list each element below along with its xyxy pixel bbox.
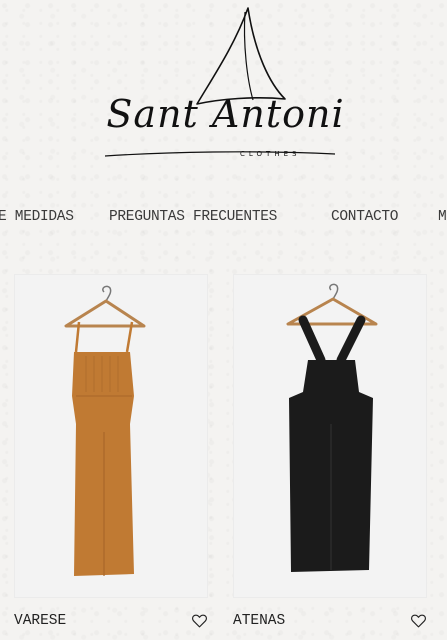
nav-item-medidas[interactable]: E MEDIDAS (0, 209, 74, 225)
overalls-image (286, 283, 378, 572)
brand-name: Sant Antoni (106, 92, 345, 136)
product-name[interactable]: VARESE (14, 613, 66, 629)
main-nav: E MEDIDAS PREGUNTAS FRECUENTES CONTACTO … (0, 209, 447, 229)
product-image[interactable] (14, 274, 208, 598)
nav-item-more[interactable]: M (438, 209, 447, 225)
nav-item-preguntas-frecuentes[interactable]: PREGUNTAS FRECUENTES (109, 209, 277, 225)
jumpsuit-image (64, 285, 146, 576)
sailboat-logo-icon (104, 7, 336, 157)
product-image[interactable] (233, 274, 427, 598)
brand-logo[interactable]: Sant Antoni CLOTHES (0, 0, 447, 175)
product-name[interactable]: ATENAS (233, 613, 285, 629)
nav-item-contacto[interactable]: CONTACTO (331, 209, 399, 225)
heart-outline-icon[interactable] (410, 612, 427, 629)
heart-outline-icon[interactable] (191, 612, 208, 629)
brand-tagline: CLOTHES (240, 150, 301, 158)
